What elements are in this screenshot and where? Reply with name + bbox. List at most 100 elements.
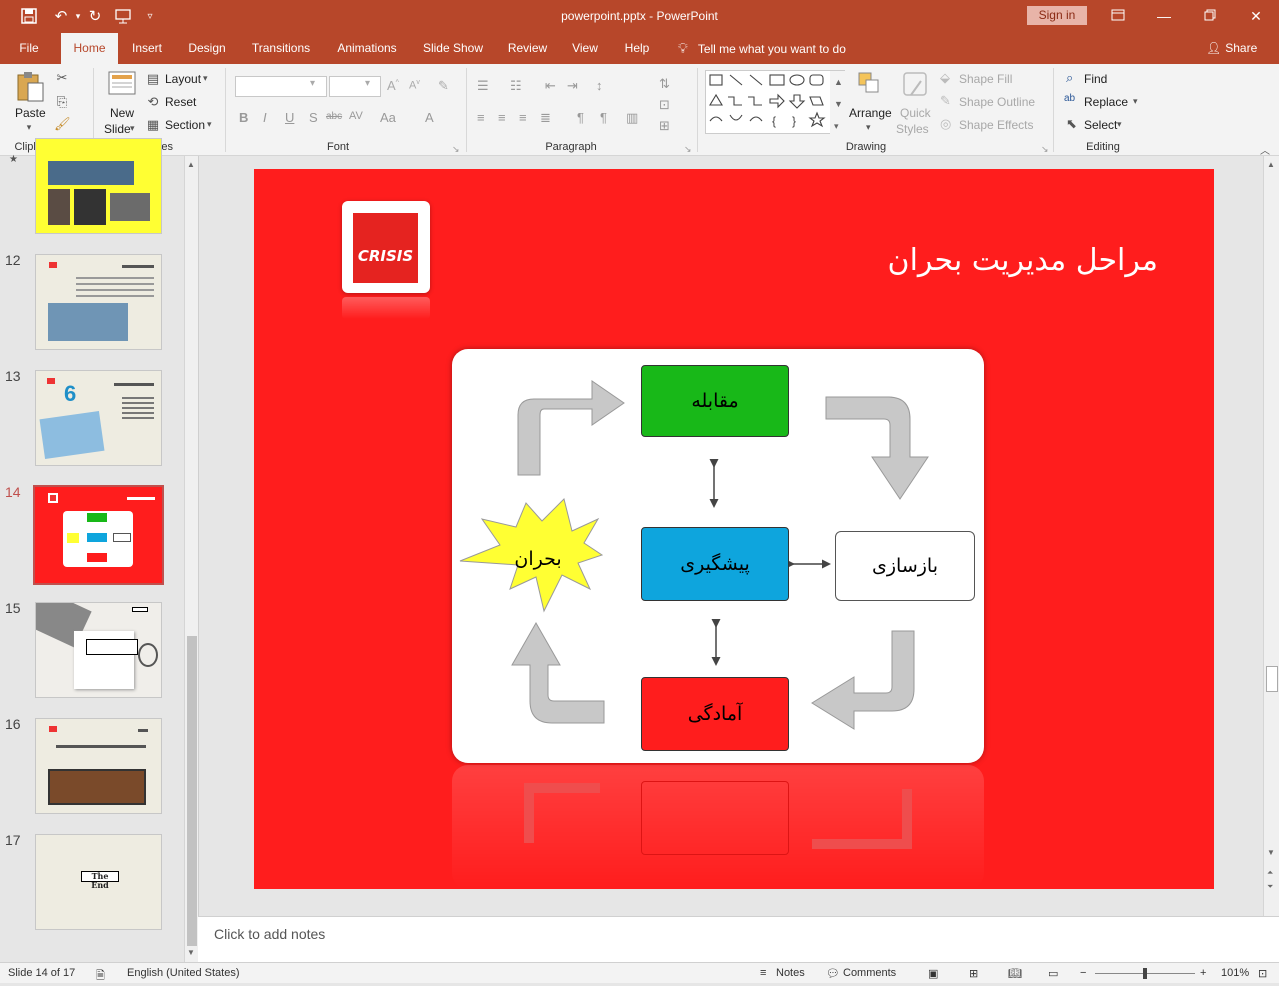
notes-pane[interactable]: Click to add notes [198, 916, 1279, 962]
box-prevention[interactable]: پیشگیری [641, 527, 789, 601]
section-icon[interactable]: ▦ [146, 117, 160, 133]
tab-review[interactable]: Review [500, 33, 555, 64]
tab-home[interactable]: Home [61, 33, 118, 64]
copy-icon[interactable]: ⎘ [54, 94, 70, 110]
editor-scrollbar[interactable]: ▲ ▼ ⏶ ⏷ [1263, 156, 1279, 916]
smartart-icon[interactable]: ⊞ [659, 118, 670, 134]
arrange-button[interactable]: Arrange [849, 106, 892, 120]
layout-dropdown-icon[interactable]: ▾ [203, 73, 208, 84]
format-painter-icon[interactable]: 🖌︎ [54, 116, 71, 132]
paste-dropdown-icon[interactable]: ▾ [23, 122, 35, 133]
slideshow-view-icon[interactable]: ▭ [1048, 967, 1058, 980]
tab-design[interactable]: Design [180, 33, 234, 64]
thumbnail-scrollbar[interactable]: ▲ ▼ [184, 156, 198, 962]
scroll-down-icon[interactable]: ▼ [1267, 848, 1275, 857]
box-reconstruction[interactable]: بازسازی [835, 531, 975, 601]
increase-indent-icon[interactable]: ⇥ [567, 78, 578, 94]
scroll-down-icon[interactable]: ▼ [187, 948, 195, 957]
quick-styles-icon[interactable] [901, 70, 931, 100]
notes-button[interactable]: Notes [776, 967, 805, 979]
zoom-in-icon[interactable]: + [1200, 967, 1206, 979]
slide-sorter-icon[interactable]: ⊞ [969, 967, 978, 980]
align-text-icon[interactable]: ⊡ [659, 97, 670, 113]
slide-canvas[interactable]: CRISIS مراحل مدیریت بحران مقابله پیشگیری… [254, 169, 1214, 889]
tab-animations[interactable]: Animations [328, 33, 406, 64]
replace-icon[interactable]: ab [1064, 93, 1075, 104]
align-left-icon[interactable]: ≡ [477, 110, 485, 125]
find-icon[interactable]: ⌕ [1066, 70, 1073, 86]
scroll-up-icon[interactable]: ▲ [187, 160, 195, 169]
next-slide-icon[interactable]: ⏷ [1267, 882, 1273, 892]
zoom-out-icon[interactable]: − [1080, 967, 1086, 979]
select-dropdown-icon[interactable]: ▾ [1117, 119, 1122, 130]
spell-check-icon[interactable]: 🗎︎ [96, 967, 105, 986]
character-spacing-icon[interactable]: AV [349, 110, 363, 122]
ribbon-display-options-icon[interactable] [1107, 6, 1129, 26]
arrange-dropdown-icon[interactable]: ▾ [866, 122, 871, 133]
bold-icon[interactable]: B [239, 110, 248, 125]
box-response[interactable]: مقابله [641, 365, 789, 437]
layout-button[interactable]: Layout [165, 72, 201, 86]
slide-thumbnail-16[interactable] [35, 718, 162, 814]
zoom-level[interactable]: 101% [1221, 967, 1249, 979]
shape-fill-icon[interactable]: ⬙ [940, 70, 950, 86]
shape-fill-button[interactable]: Shape Fill [959, 72, 1012, 86]
layout-icon[interactable]: ▤ [146, 71, 160, 87]
zoom-slider[interactable] [1095, 968, 1195, 979]
slide-thumbnail-12[interactable] [35, 254, 162, 350]
shapes-gallery[interactable]: {} ▲ ▼ ▾ [705, 70, 846, 135]
new-slide-label[interactable]: New [110, 106, 134, 120]
select-icon[interactable]: ⬉ [1066, 116, 1077, 132]
tab-file[interactable]: File [10, 33, 48, 64]
numbering-icon[interactable]: ☷ [510, 78, 522, 94]
shape-outline-icon[interactable]: ✎ [940, 93, 951, 109]
quick-styles-label-2[interactable]: Styles [896, 122, 929, 136]
strikethrough-icon[interactable]: abc [326, 111, 342, 122]
font-size-box[interactable] [329, 76, 381, 97]
box-preparedness[interactable]: آمادگی [641, 677, 789, 751]
diagram-panel[interactable]: مقابله پیشگیری بازسازی آمادگی بحران [452, 349, 984, 763]
quick-styles-label[interactable]: Quick [900, 106, 931, 120]
shadow-icon[interactable]: S [309, 110, 318, 125]
select-button[interactable]: Select [1084, 118, 1117, 132]
find-button[interactable]: Find [1084, 72, 1107, 86]
bullets-icon[interactable]: ☰ [477, 78, 489, 94]
normal-view-icon[interactable]: ▣ [928, 967, 938, 980]
tab-transitions[interactable]: Transitions [244, 33, 318, 64]
minimize-icon[interactable]: — [1153, 6, 1175, 26]
underline-icon[interactable]: U [285, 110, 294, 125]
decrease-font-icon[interactable]: Av [409, 79, 420, 92]
paste-label[interactable]: Paste [15, 106, 46, 120]
collapse-ribbon-icon[interactable]: ︿ [1260, 142, 1270, 157]
slide-thumbnail-17[interactable]: The End [35, 834, 162, 930]
line-spacing-icon[interactable]: ↕ [596, 78, 603, 93]
section-button[interactable]: Section [165, 118, 205, 132]
slide-thumbnail-11[interactable] [35, 138, 162, 234]
comments-icon[interactable]: 💬︎ [826, 967, 840, 980]
sign-in-button[interactable]: Sign in [1027, 6, 1087, 25]
scroll-up-icon[interactable]: ▲ [1267, 160, 1275, 169]
reset-button[interactable]: Reset [165, 95, 196, 109]
columns-icon[interactable]: ▥ [626, 110, 638, 126]
tab-insert[interactable]: Insert [124, 33, 170, 64]
decrease-indent-icon[interactable]: ⇤ [545, 78, 556, 94]
change-case-icon[interactable]: Aa [380, 110, 396, 125]
paste-icon[interactable] [14, 70, 46, 102]
text-direction-icon[interactable]: ⇅ [659, 76, 670, 92]
reading-view-icon[interactable]: 📖︎ [1008, 967, 1022, 980]
shape-outline-button[interactable]: Shape Outline [959, 95, 1035, 109]
slide-thumbnail-13[interactable]: 6 [35, 370, 162, 466]
replace-button[interactable]: Replace [1084, 95, 1128, 109]
align-right-icon[interactable]: ≡ [519, 110, 527, 125]
notes-icon[interactable]: ≡ [760, 967, 766, 979]
restore-icon[interactable] [1199, 6, 1221, 26]
share-button[interactable]: 👤︎ Share [1206, 33, 1257, 64]
new-slide-dropdown-icon[interactable]: ▾ [130, 123, 135, 134]
arrange-icon[interactable] [856, 70, 884, 100]
tab-slide-show[interactable]: Slide Show [416, 33, 490, 64]
tab-view[interactable]: View [565, 33, 605, 64]
notes-placeholder[interactable]: Click to add notes [214, 926, 325, 942]
paragraph-launcher-icon[interactable]: ↘ [684, 144, 692, 155]
scroll-thumb[interactable] [1266, 666, 1278, 692]
scroll-thumb[interactable] [187, 636, 197, 946]
